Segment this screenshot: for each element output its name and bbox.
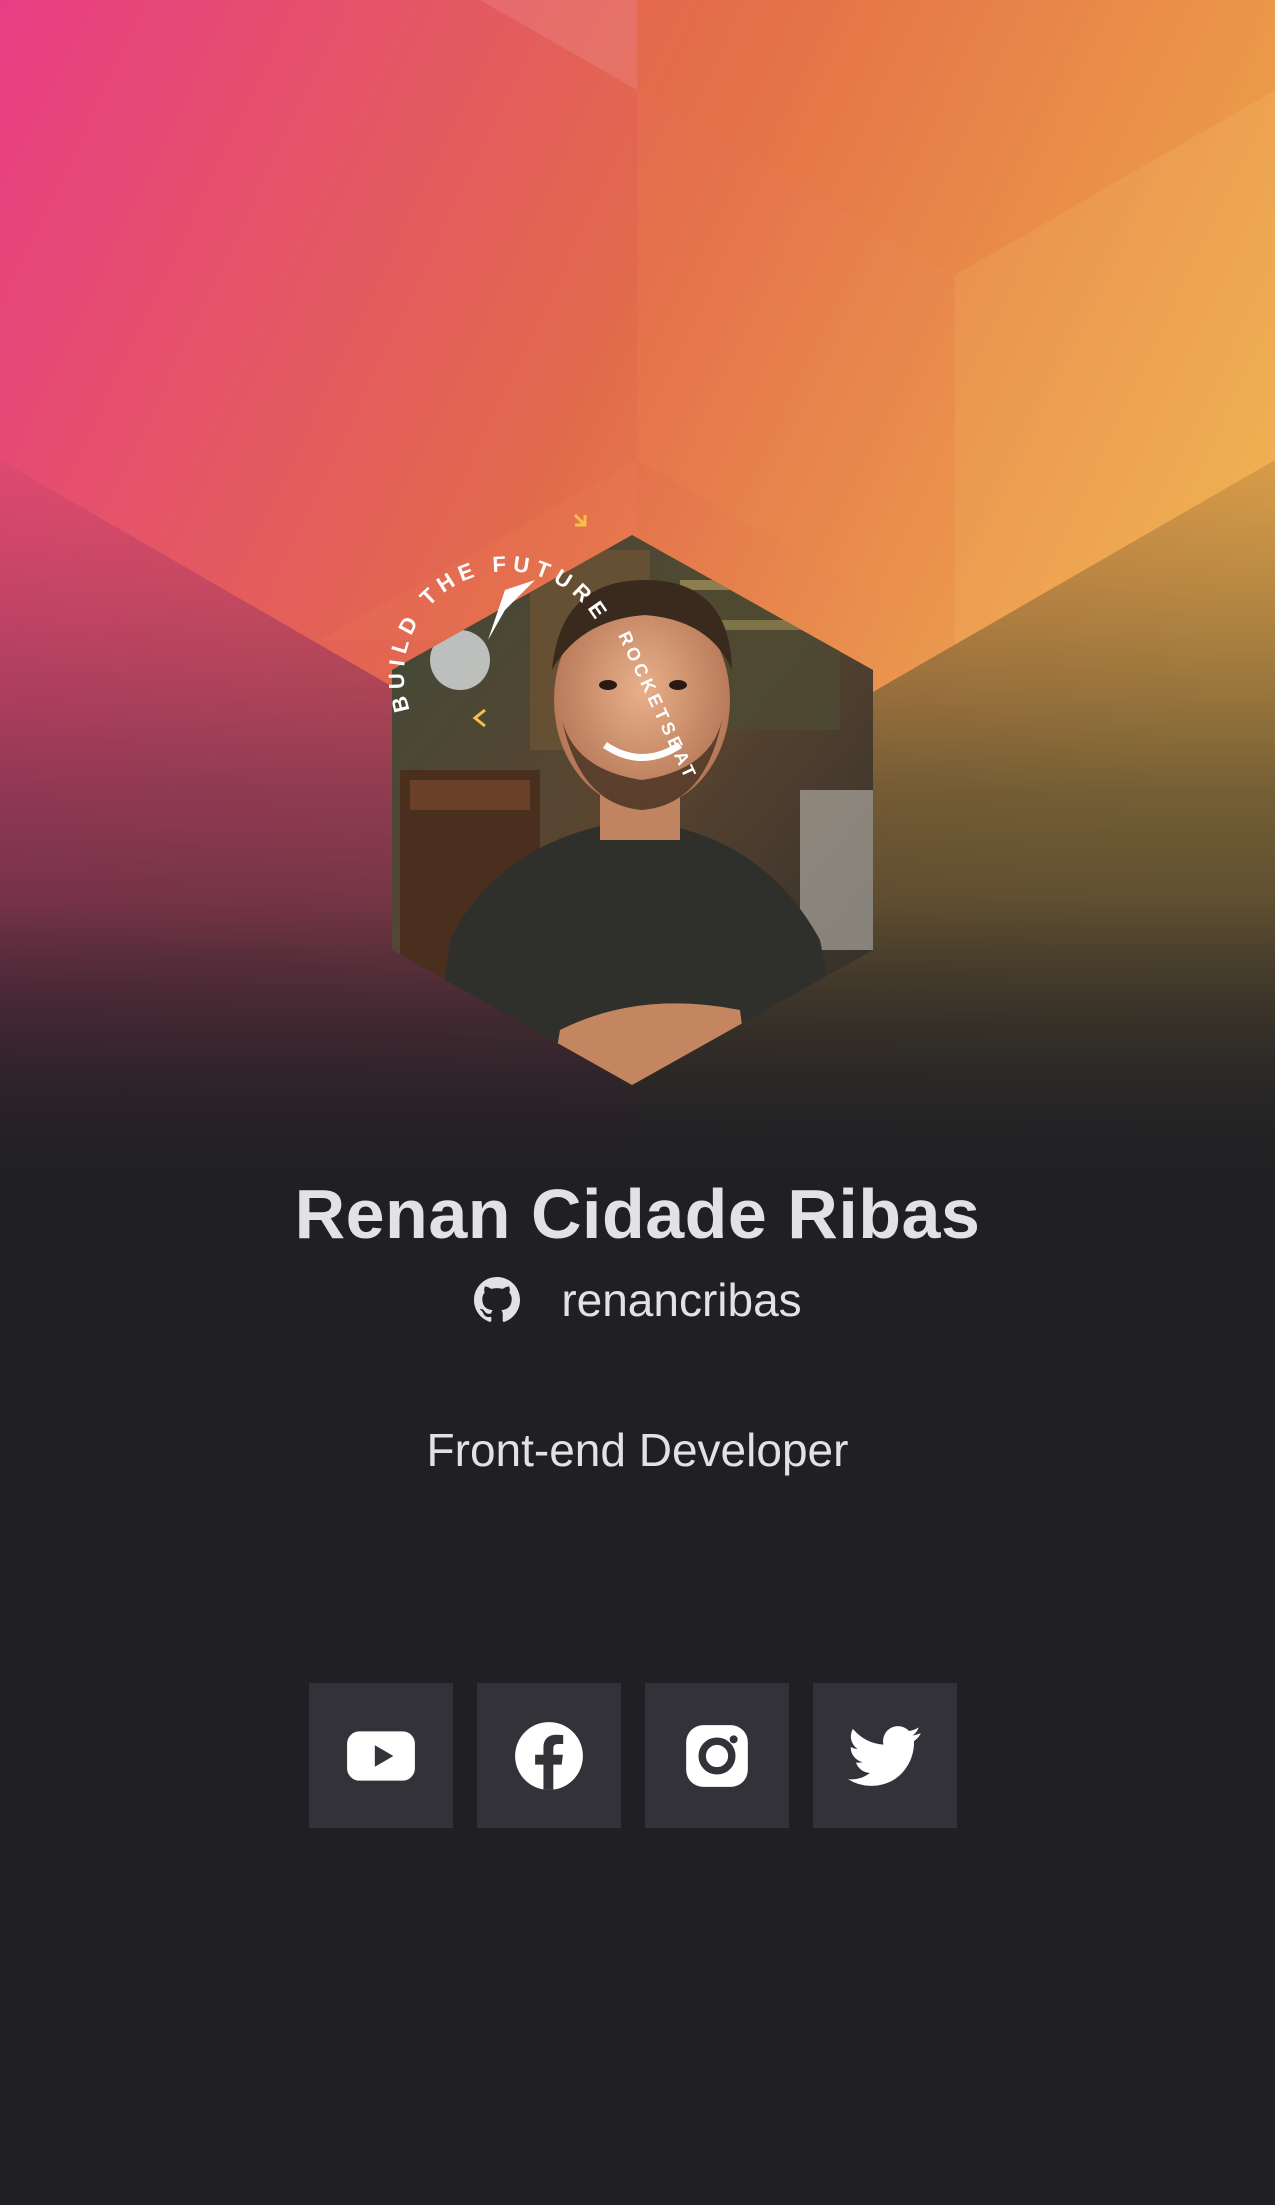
profile-page: BUILD THE FUTURE ROCKETSEAT Renan Cidade… [0, 0, 1275, 2205]
github-icon [473, 1276, 521, 1324]
social-links [309, 1683, 957, 1828]
avatar: BUILD THE FUTURE ROCKETSEAT [380, 470, 896, 1090]
facebook-button[interactable] [477, 1683, 621, 1828]
github-link[interactable]: renancribas [0, 1265, 1275, 1335]
instagram-icon [686, 1724, 748, 1787]
profile-name: Renan Cidade Ribas [294, 1175, 981, 1253]
profile-role: Front-end Developer [426, 1424, 849, 1476]
youtube-button[interactable] [309, 1683, 453, 1828]
twitter-icon [848, 1725, 921, 1786]
facebook-icon [515, 1721, 583, 1790]
instagram-button[interactable] [645, 1683, 789, 1828]
github-username: renancribas [561, 1274, 802, 1326]
youtube-icon [347, 1730, 415, 1781]
twitter-button[interactable] [813, 1683, 957, 1828]
